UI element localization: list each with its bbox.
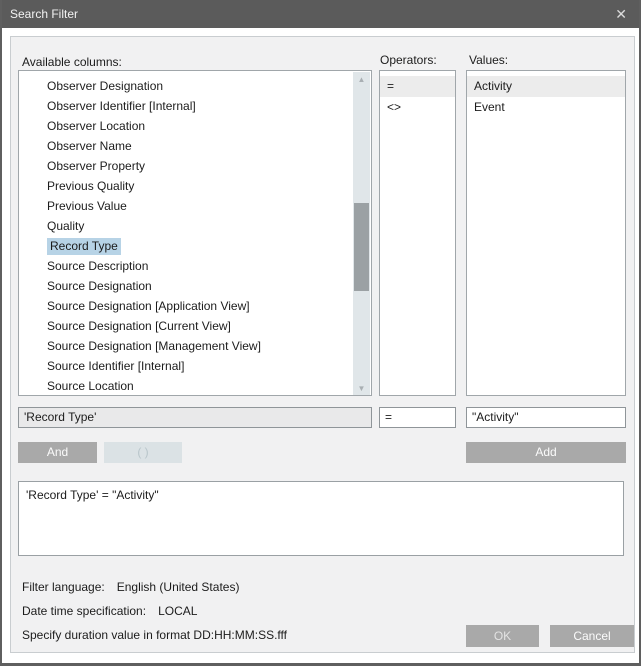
list-item-label: Observer Property bbox=[47, 159, 145, 173]
cancel-button[interactable]: Cancel bbox=[550, 625, 634, 647]
filter-language-line: Filter language: English (United States) bbox=[22, 580, 239, 594]
filter-language-label: Filter language: bbox=[22, 580, 105, 594]
list-item[interactable]: Source Location bbox=[19, 376, 371, 396]
list-item[interactable]: Observer Identifier [Internal] bbox=[19, 96, 371, 116]
filter-language-value: English (United States) bbox=[117, 580, 240, 594]
list-item-label: Previous Value bbox=[47, 199, 127, 213]
list-item[interactable]: Source Identifier [Internal] bbox=[19, 356, 371, 376]
list-item-label: Source Description bbox=[47, 259, 148, 273]
add-button[interactable]: Add bbox=[466, 442, 626, 463]
list-item[interactable]: Observer Name bbox=[19, 136, 371, 156]
scrollbar[interactable]: ▲ ▼ bbox=[353, 72, 370, 396]
search-filter-dialog: Search Filter ✕ Available columns: Opera… bbox=[0, 0, 641, 666]
list-item-label: Source Designation [Management View] bbox=[47, 339, 261, 353]
duration-note: Specify duration value in format DD:HH:M… bbox=[22, 628, 287, 642]
list-item-label: = bbox=[387, 79, 394, 93]
list-item[interactable]: Activity bbox=[467, 76, 625, 97]
list-item-label: Observer Location bbox=[47, 119, 145, 133]
datetime-spec-value: LOCAL bbox=[158, 604, 197, 618]
list-item[interactable]: Source Designation [Application View] bbox=[19, 296, 371, 316]
list-item[interactable]: Previous Quality bbox=[19, 176, 371, 196]
list-item[interactable]: <> bbox=[380, 97, 455, 118]
scrollbar-thumb[interactable] bbox=[354, 203, 369, 291]
list-item-label: Source Designation bbox=[47, 279, 152, 293]
operators-label: Operators: bbox=[380, 53, 437, 67]
list-item[interactable]: Source Description bbox=[19, 256, 371, 276]
list-item-label: Observer Identifier [Internal] bbox=[47, 99, 196, 113]
list-item[interactable]: Quality bbox=[19, 216, 371, 236]
list-item-label: Event bbox=[474, 100, 505, 114]
list-item[interactable]: Event bbox=[467, 97, 625, 118]
list-item-label: Source Location bbox=[47, 379, 134, 393]
list-item-label: Previous Quality bbox=[47, 179, 134, 193]
operator-field[interactable]: = bbox=[379, 407, 456, 428]
list-item[interactable]: Source Designation [Management View] bbox=[19, 336, 371, 356]
scroll-up-icon[interactable]: ▲ bbox=[353, 72, 370, 87]
filter-expression-box[interactable]: 'Record Type' = "Activity" bbox=[18, 481, 624, 556]
operators-list[interactable]: = <> bbox=[379, 70, 456, 396]
title-bar: Search Filter ✕ bbox=[0, 0, 641, 28]
ok-button[interactable]: OK bbox=[466, 625, 539, 647]
scroll-down-icon[interactable]: ▼ bbox=[353, 381, 370, 396]
value-field[interactable]: "Activity" bbox=[466, 407, 626, 428]
list-item-label: Source Identifier [Internal] bbox=[47, 359, 184, 373]
datetime-spec-label: Date time specification: bbox=[22, 604, 146, 618]
parentheses-button[interactable]: ( ) bbox=[104, 442, 182, 463]
list-item[interactable]: Source Designation bbox=[19, 276, 371, 296]
list-item-label: Source Designation [Current View] bbox=[47, 319, 231, 333]
list-item[interactable]: Observer Location bbox=[19, 116, 371, 136]
list-item[interactable]: Observer Designation bbox=[19, 76, 371, 96]
dialog-title: Search Filter bbox=[10, 7, 78, 21]
values-label: Values: bbox=[469, 53, 508, 67]
list-item-label: Quality bbox=[47, 219, 84, 233]
close-icon[interactable]: ✕ bbox=[611, 5, 631, 23]
values-list[interactable]: Activity Event bbox=[466, 70, 626, 396]
list-item-label: Observer Name bbox=[47, 139, 132, 153]
list-item[interactable]: Observer Property bbox=[19, 156, 371, 176]
list-item-label: Source Designation [Application View] bbox=[47, 299, 250, 313]
list-item[interactable]: Previous Value bbox=[19, 196, 371, 216]
and-button[interactable]: And bbox=[18, 442, 97, 463]
datetime-spec-line: Date time specification: LOCAL bbox=[22, 604, 197, 618]
list-item-label: Activity bbox=[474, 79, 512, 93]
list-item[interactable]: Source Designation [Current View] bbox=[19, 316, 371, 336]
list-item[interactable]: = bbox=[380, 76, 455, 97]
available-columns-label: Available columns: bbox=[22, 55, 122, 69]
list-item-label: Observer Designation bbox=[47, 79, 163, 93]
available-columns-list[interactable]: ▲ ▼ Observer Designation Observer Identif… bbox=[18, 70, 372, 396]
list-item[interactable]: Record Type bbox=[19, 236, 371, 256]
list-item-label: <> bbox=[387, 100, 401, 114]
list-item-label: Record Type bbox=[47, 238, 121, 255]
column-field[interactable]: 'Record Type' bbox=[18, 407, 372, 428]
